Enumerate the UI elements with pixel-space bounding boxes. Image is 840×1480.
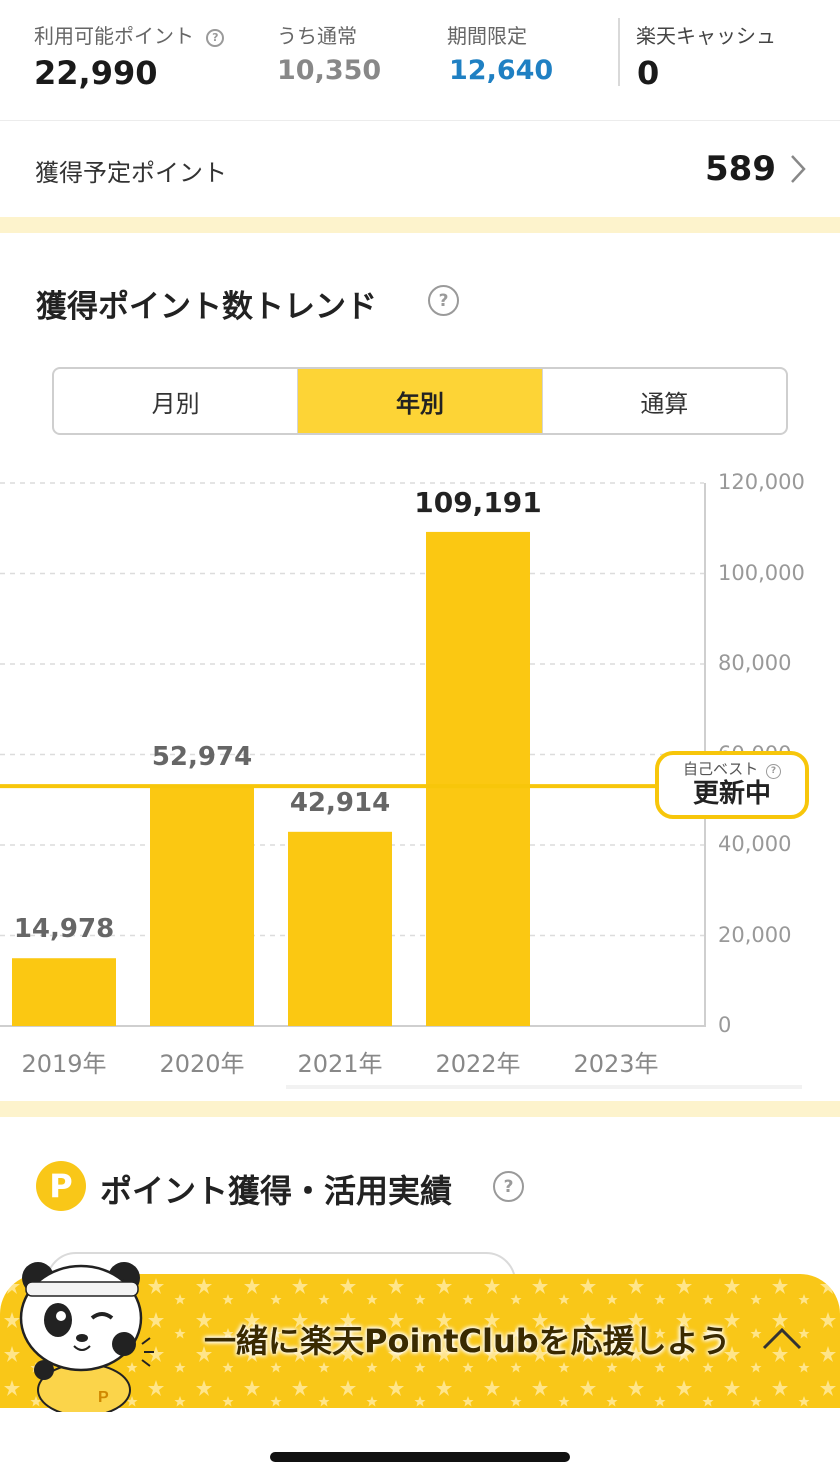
chevron-up-icon[interactable] [760, 1324, 804, 1352]
rakuten-cash-label: 楽天キャッシュ [636, 24, 776, 48]
y-tick-label: 120,000 [718, 470, 805, 494]
section-divider [0, 1101, 840, 1117]
bar-value-label: 52,974 [151, 742, 253, 773]
available-points-value: 22,990 [34, 54, 158, 92]
history-title: ポイント獲得・活用実績 [100, 1172, 453, 1210]
help-icon[interactable]: ? [766, 763, 782, 779]
y-tick-label: 20,000 [718, 922, 792, 947]
help-icon[interactable]: ? [428, 285, 459, 316]
divider [618, 18, 620, 86]
scheduled-points-value: 589 [705, 149, 776, 189]
tab-monthly[interactable]: 月別 [54, 369, 297, 433]
personal-best-label: 自己ベスト [682, 760, 759, 778]
limited-points-value: 12,640 [449, 55, 554, 86]
y-tick-label: 80,000 [718, 651, 792, 675]
personal-best-badge[interactable]: 自己ベスト ? 更新中 [655, 751, 809, 819]
bar-value-label: 14,978 [13, 914, 115, 945]
regular-points-value: 10,350 [277, 55, 382, 86]
tab-total[interactable]: 通算 [541, 369, 786, 433]
scheduled-points-label: 獲得予定ポイント [35, 159, 227, 187]
bar[interactable] [12, 958, 116, 1026]
y-tick-label: 100,000 [718, 560, 805, 585]
x-tick-label: 2021年 [297, 1050, 383, 1078]
x-tick-label: 2022年 [435, 1050, 521, 1078]
limited-points-label: 期間限定 [447, 24, 527, 48]
section-divider [0, 217, 840, 233]
regular-points-label: うち通常 [277, 24, 357, 48]
point-logo-icon: P [36, 1161, 86, 1211]
help-icon[interactable]: ? [493, 1171, 524, 1202]
banner-text: 一緒に楽天PointClubを応援しよう [204, 1322, 731, 1360]
y-tick-label: 0 [718, 1013, 732, 1037]
bar[interactable] [288, 831, 392, 1026]
tab-yearly[interactable]: 年別 [297, 369, 542, 433]
y-tick-label: 40,000 [718, 832, 792, 856]
scheduled-points-row[interactable]: 獲得予定ポイント 589 [0, 121, 840, 216]
rakuten-cash-value: 0 [637, 54, 660, 92]
x-tick-label: 2019年 [21, 1050, 107, 1078]
help-icon[interactable]: ? [206, 28, 225, 47]
personal-best-status: 更新中 [692, 778, 771, 809]
bar-value-label: 109,191 [414, 485, 542, 519]
x-tick-label: 2020年 [159, 1050, 245, 1078]
available-points-label: 利用可能ポイント ? [34, 20, 225, 49]
home-indicator[interactable] [270, 1452, 570, 1462]
trend-title: 獲得ポイント数トレンド [36, 289, 377, 325]
panda-mascot-image: P [19, 1262, 154, 1412]
period-tabs: 月別 年別 通算 [52, 367, 788, 435]
bar[interactable] [150, 786, 254, 1026]
svg-text:P: P [98, 1389, 109, 1406]
bar[interactable] [426, 531, 530, 1026]
x-tick-label: 2023年 [573, 1050, 659, 1078]
bar-value-label: 42,914 [289, 787, 391, 818]
chart-scrollbar[interactable] [286, 1085, 802, 1089]
chevron-right-icon [791, 155, 806, 183]
